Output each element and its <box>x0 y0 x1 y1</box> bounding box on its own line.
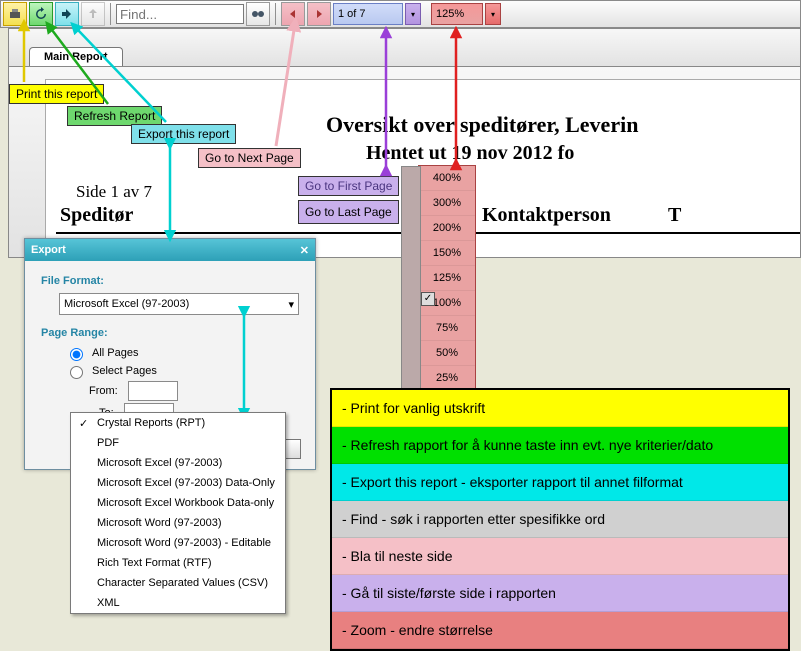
zoom-option[interactable]: 150% <box>419 241 475 266</box>
legend-row: - Bla til neste side <box>332 538 788 575</box>
page-prev-icon <box>286 7 300 21</box>
zoom-option[interactable]: 50% <box>419 341 475 366</box>
toolbar: 1 of 7 ▾ 125% ▾ <box>0 0 801 28</box>
legend-row: - Zoom - endre størrelse <box>332 612 788 649</box>
report-subtitle: Hentet ut 19 nov 2012 fo <box>366 142 801 165</box>
radio-all-pages[interactable] <box>70 348 83 361</box>
legend-row: - Find - søk i rapporten etter spesifikk… <box>332 501 788 538</box>
legend: - Print for vanlig utskrift- Refresh rap… <box>330 388 790 651</box>
format-option[interactable]: Microsoft Excel (97-2003) Data-Only <box>71 473 285 493</box>
select-pages-label: Select Pages <box>92 365 157 377</box>
page-next-icon <box>312 7 326 21</box>
radio-select-pages[interactable] <box>70 366 83 379</box>
upload-button[interactable] <box>81 2 105 26</box>
callout-first: Go to First Page <box>298 176 399 196</box>
from-input[interactable] <box>128 381 178 401</box>
refresh-icon <box>34 7 48 21</box>
print-button[interactable] <box>3 2 27 26</box>
callout-print: Print this report <box>9 84 104 104</box>
file-format-combo[interactable]: Microsoft Excel (97-2003) ▾ <box>59 293 299 315</box>
zoom-option[interactable]: 300% <box>419 191 475 216</box>
legend-row: - Refresh rapport for å kunne taste inn … <box>332 427 788 464</box>
separator <box>110 3 111 25</box>
page-dropdown[interactable]: ▾ <box>405 3 421 25</box>
format-option[interactable]: Rich Text Format (RTF) <box>71 553 285 573</box>
all-pages-label: All Pages <box>92 347 138 359</box>
format-option[interactable]: Microsoft Word (97-2003) <box>71 513 285 533</box>
format-dropdown-list[interactable]: Crystal Reports (RPT)PDFMicrosoft Excel … <box>70 412 286 614</box>
close-icon[interactable]: ✕ <box>300 244 309 257</box>
zoom-dropdown[interactable]: ▾ <box>485 3 501 25</box>
export-titlebar: Export ✕ <box>25 239 315 261</box>
format-option[interactable]: XML <box>71 593 285 613</box>
refresh-button[interactable] <box>29 2 53 26</box>
page-range-label: Page Range: <box>41 327 299 339</box>
page-indicator-text: 1 of 7 <box>338 8 366 20</box>
format-option[interactable]: Microsoft Excel (97-2003) <box>71 453 285 473</box>
zoom-option[interactable]: 400% <box>419 166 475 191</box>
legend-row: - Gå til siste/første side i rapporten <box>332 575 788 612</box>
report-title: Oversikt over speditører, Leverin <box>326 112 801 138</box>
callout-export: Export this report <box>131 124 236 144</box>
zoom-option[interactable]: 200% <box>419 216 475 241</box>
export-title: Export <box>31 244 66 256</box>
next-page-button[interactable] <box>307 2 331 26</box>
page-indicator[interactable]: 1 of 7 <box>333 3 403 25</box>
find-next-button[interactable] <box>246 2 270 26</box>
export-icon <box>60 7 74 21</box>
format-option[interactable]: PDF <box>71 433 285 453</box>
column-kontakt: Kontaktperson <box>482 204 611 227</box>
export-button[interactable] <box>55 2 79 26</box>
from-label: From: <box>89 385 118 397</box>
tab-main-report[interactable]: Main Report <box>29 47 123 67</box>
legend-row: - Export this report - eksporter rapport… <box>332 464 788 501</box>
find-input[interactable] <box>116 4 244 24</box>
file-format-value: Microsoft Excel (97-2003) <box>64 298 189 310</box>
zoom-text: 125% <box>436 8 464 20</box>
format-option[interactable]: Crystal Reports (RPT) <box>71 413 285 433</box>
zoom-option[interactable]: 125% <box>419 266 475 291</box>
column-t: T <box>668 204 681 227</box>
callout-last: Go to Last Page <box>298 200 399 224</box>
page-count: Side 1 av 7 <box>76 182 152 202</box>
column-speditor: Speditør <box>60 204 133 227</box>
zoom-checkmark: ✓ <box>421 292 435 306</box>
format-option[interactable]: Microsoft Word (97-2003) - Editable <box>71 533 285 553</box>
binoculars-icon <box>251 7 265 21</box>
zoom-option[interactable]: 75% <box>419 316 475 341</box>
prev-page-button[interactable] <box>281 2 305 26</box>
callout-next: Go to Next Page <box>198 148 301 168</box>
legend-row: - Print for vanlig utskrift <box>332 390 788 427</box>
format-option[interactable]: Microsoft Excel Workbook Data-only <box>71 493 285 513</box>
zoom-check-column <box>401 166 421 391</box>
zoom-dropdown-list[interactable]: ✓ 400%300%200%150%125%100%75%50%25% <box>418 165 476 392</box>
separator <box>275 3 276 25</box>
format-option[interactable]: Character Separated Values (CSV) <box>71 573 285 593</box>
chevron-down-icon: ▾ <box>288 298 294 311</box>
printer-icon <box>8 7 22 21</box>
callout-refresh: Refresh Report <box>67 106 162 126</box>
tab-bar: Main Report <box>8 28 801 68</box>
file-format-label: File Format: <box>41 275 299 287</box>
zoom-indicator[interactable]: 125% <box>431 3 483 25</box>
upload-icon <box>86 7 100 21</box>
